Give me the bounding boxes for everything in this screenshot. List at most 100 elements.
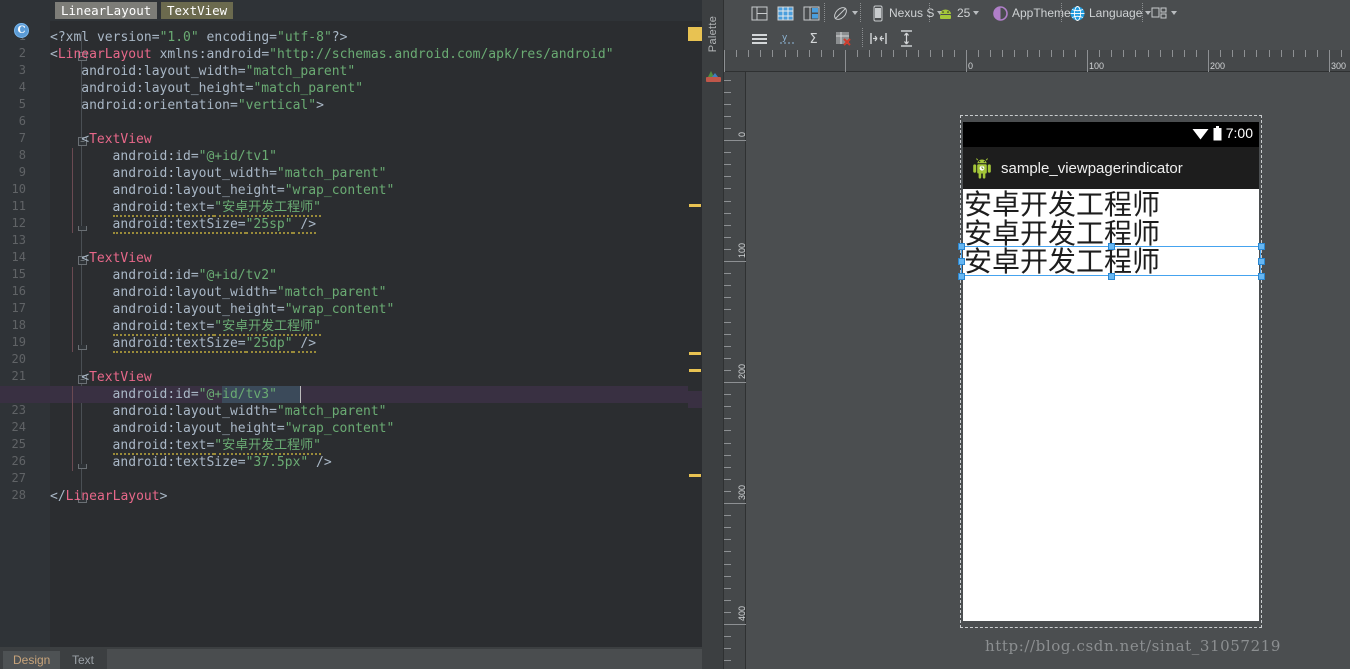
code-line[interactable]: android:layout_height="wrap_content" bbox=[113, 182, 395, 199]
code-token: android:layout_width= bbox=[112, 404, 277, 419]
code-line[interactable]: android:text="安卓开发工程师" bbox=[112, 199, 321, 217]
code-line[interactable]: </LinearLayout> bbox=[50, 488, 167, 505]
code-line[interactable]: android:layout_width="match_parent" bbox=[113, 165, 387, 182]
code-area[interactable]: 1234567891011121314151617181920212223242… bbox=[0, 21, 688, 647]
resize-handle-e[interactable] bbox=[1258, 258, 1265, 265]
ruler-tick bbox=[1160, 50, 1161, 57]
code-line[interactable]: android:layout_height="wrap_content" bbox=[113, 301, 395, 318]
list-layout-icon[interactable] bbox=[803, 3, 820, 23]
layout-config-icon[interactable] bbox=[1151, 3, 1177, 23]
code-line[interactable]: android:layout_width="match_parent" bbox=[81, 63, 355, 80]
tab-design[interactable]: Design bbox=[3, 651, 61, 669]
code-line[interactable]: <TextView bbox=[81, 369, 151, 386]
theme-selector[interactable]: AppTheme bbox=[992, 3, 1071, 23]
chevron-down-icon[interactable] bbox=[852, 11, 858, 15]
xml-code-editor: LinearLayout TextView 123456789101112131… bbox=[0, 0, 702, 669]
selection-box[interactable] bbox=[958, 243, 1265, 280]
warning-stripe-mark[interactable] bbox=[689, 369, 701, 372]
line-number: 27 bbox=[11, 471, 26, 485]
ruler-tick bbox=[724, 479, 731, 480]
indent-guide bbox=[72, 267, 73, 352]
ruler-tick bbox=[990, 50, 991, 57]
error-stripe[interactable] bbox=[688, 21, 702, 647]
code-text[interactable]: <?xml version="1.0" encoding="utf-8"?> <L… bbox=[50, 21, 688, 647]
warning-stripe-mark[interactable] bbox=[688, 27, 702, 41]
code-line[interactable]: android:textSize="37.5px" /> bbox=[113, 454, 332, 471]
ruler-tick bbox=[966, 50, 967, 72]
line-number: 4 bbox=[18, 80, 26, 94]
code-line[interactable]: android:id="@+id/tv1" bbox=[113, 148, 277, 165]
tab-text[interactable]: Text bbox=[62, 651, 105, 669]
code-folding-strip[interactable]: − − − − bbox=[38, 21, 87, 647]
ruler-tick bbox=[724, 334, 731, 335]
code-line[interactable]: <?xml version="1.0" encoding="utf-8"?> bbox=[50, 29, 347, 46]
code-token: android:textSize= bbox=[112, 217, 246, 234]
resize-handle-s[interactable] bbox=[1108, 273, 1115, 280]
ruler-tick bbox=[954, 50, 955, 57]
code-line[interactable]: android:layout_height="wrap_content" bbox=[113, 420, 395, 437]
theme-icon bbox=[993, 5, 1008, 21]
line-number: 9 bbox=[18, 165, 26, 179]
device-screen[interactable]: 7:00 sample_viewpagerindicator 安卓开发工程师 安… bbox=[963, 122, 1259, 621]
pack-vertical-icon[interactable] bbox=[898, 28, 915, 48]
autoconnect-icon[interactable]: Σ bbox=[807, 28, 824, 48]
pack-horizontal-icon[interactable] bbox=[870, 28, 887, 48]
code-token: TextView bbox=[89, 132, 152, 147]
ruler-tick bbox=[1184, 50, 1185, 57]
rotate-icon bbox=[834, 6, 847, 20]
baseline-icon[interactable]: y bbox=[779, 28, 796, 48]
code-line[interactable]: android:orientation="vertical"> bbox=[81, 97, 324, 114]
orientation-icon[interactable] bbox=[832, 3, 858, 23]
warning-stripe-mark[interactable] bbox=[689, 204, 701, 207]
code-token: <?xml version= bbox=[50, 30, 160, 45]
code-line[interactable]: <TextView bbox=[81, 131, 151, 148]
code-line[interactable]: <LinearLayout xmlns:android="http://sche… bbox=[50, 46, 614, 63]
class-marker-icon[interactable]: C bbox=[14, 23, 29, 38]
code-line[interactable]: android:text="安卓开发工程师" bbox=[112, 318, 321, 336]
android-status-bar: 7:00 bbox=[963, 122, 1259, 147]
code-token: "match_parent" bbox=[253, 81, 364, 96]
resize-handle-se[interactable] bbox=[1258, 273, 1265, 280]
ruler-tick bbox=[1196, 50, 1197, 57]
code-line[interactable]: android:layout_height="match_parent" bbox=[81, 80, 363, 97]
code-line[interactable]: <TextView bbox=[81, 250, 151, 267]
api-selector[interactable]: 25 bbox=[937, 3, 980, 23]
resize-handle-ne[interactable] bbox=[1258, 243, 1265, 250]
device-selector[interactable]: Nexus S bbox=[869, 3, 944, 23]
line-number-gutter[interactable]: 1234567891011121314151617181920212223242… bbox=[0, 21, 38, 647]
warning-stripe-mark[interactable] bbox=[689, 352, 701, 355]
language-selector[interactable]: Language bbox=[1069, 3, 1152, 23]
code-line[interactable]: android:layout_width="match_parent" bbox=[113, 284, 387, 301]
line-number: 24 bbox=[11, 420, 26, 434]
code-line[interactable]: android:layout_width="match_parent" bbox=[113, 403, 387, 420]
code-line[interactable]: android:textSize="25dp" /> bbox=[112, 335, 317, 353]
chevron-down-icon[interactable] bbox=[1171, 11, 1177, 15]
palette-rail[interactable]: Palette bbox=[702, 0, 724, 669]
code-token: "安卓开发工程师" bbox=[214, 200, 321, 217]
list-lines-icon[interactable] bbox=[751, 28, 768, 48]
clear-constraints-icon[interactable] bbox=[835, 28, 852, 48]
layout-variants-icon[interactable] bbox=[751, 3, 768, 23]
ruler-tick bbox=[1014, 50, 1015, 57]
resize-handle-w[interactable] bbox=[958, 258, 965, 265]
warning-stripe-mark[interactable] bbox=[689, 474, 701, 477]
ruler-tick bbox=[724, 648, 731, 649]
preview-textview-tv1[interactable]: 安卓开发工程师 bbox=[964, 190, 1160, 220]
code-line[interactable]: android:id="@+id/tv2" bbox=[113, 267, 277, 284]
code-line[interactable]: android:text="安卓开发工程师" bbox=[112, 437, 321, 455]
pack-h-icon bbox=[870, 32, 887, 44]
code-token: "match_parent" bbox=[276, 166, 387, 181]
resize-handle-sw[interactable] bbox=[958, 273, 965, 280]
breadcrumb-linearlayout[interactable]: LinearLayout bbox=[55, 2, 158, 19]
design-canvas[interactable]: 7:00 sample_viewpagerindicator 安卓开发工程师 安… bbox=[746, 72, 1350, 669]
resize-handle-n[interactable] bbox=[1108, 243, 1115, 250]
ruler-tick bbox=[1232, 50, 1233, 57]
breadcrumb-textview[interactable]: TextView bbox=[161, 2, 234, 19]
code-line[interactable]: android:textSize="25sp" /> bbox=[112, 216, 317, 234]
chevron-down-icon[interactable] bbox=[973, 11, 980, 15]
ruler-tick bbox=[724, 406, 731, 407]
resize-handle-nw[interactable] bbox=[958, 243, 965, 250]
grid-layout-icon[interactable] bbox=[777, 3, 794, 23]
grid-icon bbox=[777, 6, 794, 20]
code-line[interactable]: android:id="@+id/tv3" bbox=[113, 386, 277, 403]
